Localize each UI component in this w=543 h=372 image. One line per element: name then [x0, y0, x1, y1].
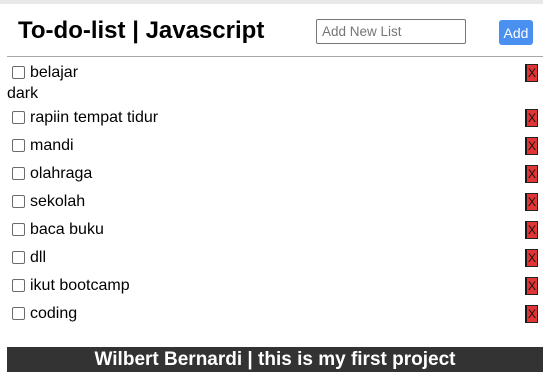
add-button[interactable]: Add: [499, 20, 533, 45]
delete-button[interactable]: X: [525, 193, 538, 211]
todo-checkbox[interactable]: [12, 167, 25, 180]
todo-label: coding: [30, 305, 78, 322]
todo-list: belajar X dark rapiin tempat tidur X man…: [0, 59, 543, 328]
todo-label: olahraga: [30, 165, 93, 182]
todo-label: belajar: [30, 64, 79, 81]
footer: Wilbert Bernardi | this is my first proj…: [7, 347, 543, 372]
todo-label: sekolah: [30, 193, 86, 210]
new-list-input[interactable]: [316, 19, 466, 44]
todo-label: mandi: [30, 137, 74, 154]
header: To-do-list | Javascript Add: [7, 4, 543, 57]
list-item: baca buku X: [0, 216, 543, 244]
todo-checkbox[interactable]: [12, 111, 25, 124]
list-item: mandi X: [0, 132, 543, 160]
list-item: olahraga X: [0, 160, 543, 188]
todo-checkbox[interactable]: [12, 307, 25, 320]
todo-checkbox[interactable]: [12, 195, 25, 208]
todo-label: baca buku: [30, 221, 104, 238]
delete-button[interactable]: X: [525, 249, 538, 267]
list-item: dll X: [0, 244, 543, 272]
todo-checkbox[interactable]: [12, 251, 25, 264]
dark-mode-label[interactable]: dark: [7, 84, 38, 103]
todo-label: dll: [30, 249, 47, 266]
page-title: To-do-list | Javascript: [18, 17, 265, 44]
delete-button[interactable]: X: [525, 221, 538, 239]
delete-button[interactable]: X: [525, 137, 538, 155]
list-item: sekolah X: [0, 188, 543, 216]
todo-checkbox[interactable]: [12, 223, 25, 236]
todo-checkbox[interactable]: [12, 279, 25, 292]
todo-label: ikut bootcamp: [30, 277, 130, 294]
list-item: belajar X: [0, 59, 543, 82]
list-item: rapiin tempat tidur X: [0, 104, 543, 132]
delete-button[interactable]: X: [525, 277, 538, 295]
todo-label: rapiin tempat tidur: [30, 109, 159, 126]
list-item: coding X: [0, 300, 543, 328]
delete-button[interactable]: X: [525, 165, 538, 183]
todo-checkbox[interactable]: [12, 139, 25, 152]
delete-button[interactable]: X: [525, 305, 538, 323]
app-page: To-do-list | Javascript Add belajar X da…: [0, 4, 543, 372]
delete-button[interactable]: X: [525, 109, 538, 127]
todo-checkbox[interactable]: [12, 66, 25, 79]
dark-mode-toggle[interactable]: dark: [0, 82, 543, 104]
list-item: ikut bootcamp X: [0, 272, 543, 300]
delete-button[interactable]: X: [525, 64, 538, 82]
